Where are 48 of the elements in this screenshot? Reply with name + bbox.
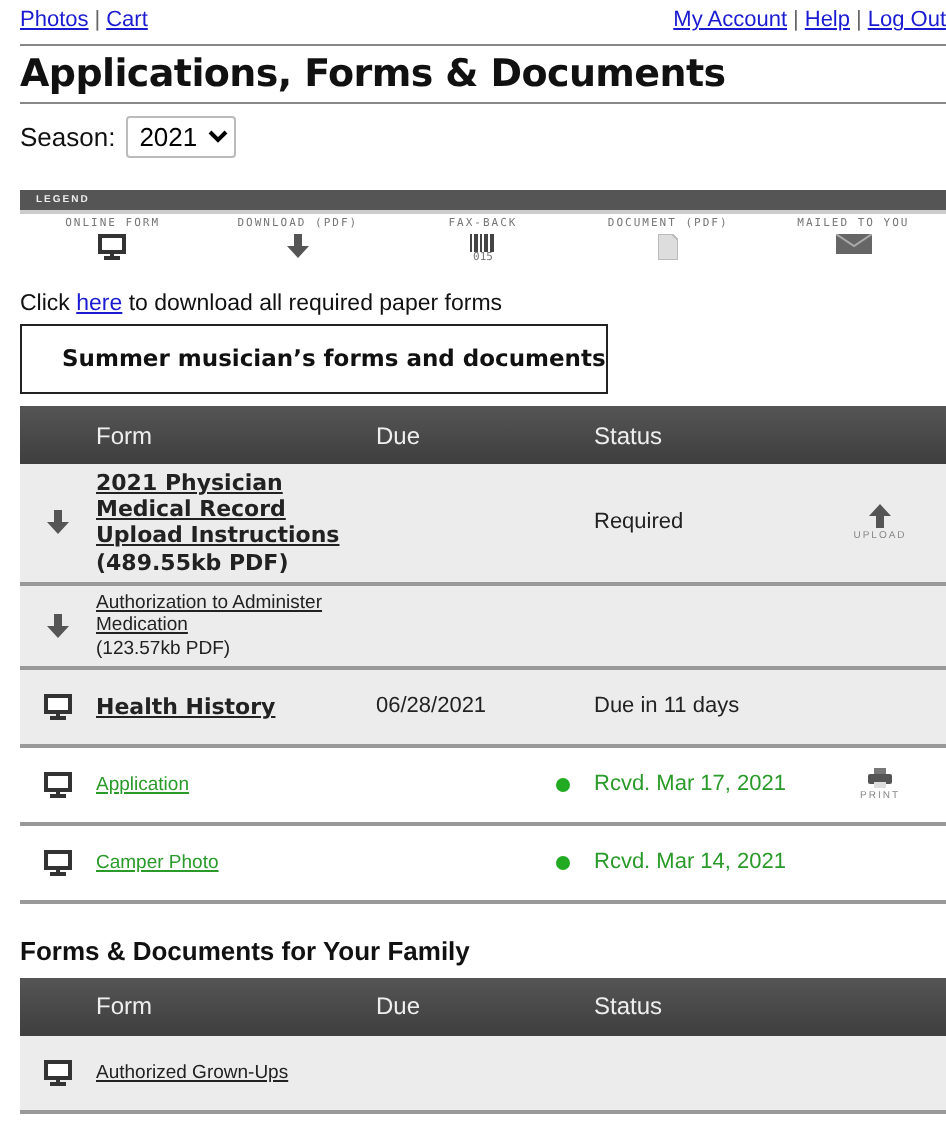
column-header: Form bbox=[96, 421, 154, 449]
status-text: Due in 11 days bbox=[594, 694, 742, 720]
status-dot bbox=[556, 777, 570, 792]
form-link[interactable]: Camper Photo bbox=[96, 851, 219, 875]
section-title: Forms & Documents for Your Family bbox=[20, 935, 472, 966]
down-arrow-icon bbox=[46, 510, 70, 535]
status-text: Required bbox=[594, 510, 686, 536]
nav-link[interactable]: Photos bbox=[20, 8, 89, 32]
form-link[interactable]: Authorized Grown-Ups bbox=[96, 1061, 289, 1085]
column-header: Status bbox=[594, 992, 665, 1021]
section-title: Summer musician’s forms and documents bbox=[20, 324, 608, 394]
down-arrow-icon bbox=[46, 613, 70, 638]
nav-link[interactable]: Help bbox=[804, 8, 850, 32]
computer-icon bbox=[44, 693, 72, 720]
column-header: Due bbox=[376, 421, 423, 449]
page-title: Applications, Forms & Documents bbox=[20, 46, 946, 104]
computer-icon bbox=[98, 234, 127, 260]
status-text: Rcvd. Mar 14, 2021 bbox=[594, 850, 788, 876]
up-arrow-icon bbox=[868, 503, 892, 528]
file-size: (489.55kb PDF) bbox=[96, 549, 289, 576]
column-header: Due bbox=[376, 992, 423, 1021]
document-icon bbox=[658, 234, 679, 260]
file-size: (123.57kb PDF) bbox=[96, 637, 231, 660]
down-arrow-icon bbox=[285, 234, 310, 258]
column-header: Status bbox=[594, 421, 665, 449]
nav-link[interactable]: Log Out bbox=[867, 8, 946, 32]
nav-link[interactable]: Cart bbox=[106, 8, 148, 32]
computer-icon bbox=[44, 849, 72, 876]
form-link[interactable]: 2021 Physician Medical Record Upload Instructions bbox=[96, 470, 376, 550]
envelope-icon bbox=[835, 234, 872, 254]
status-text: Rcvd. Mar 17, 2021 bbox=[594, 772, 788, 798]
form-link[interactable]: Application bbox=[96, 773, 189, 797]
separator: | bbox=[793, 8, 799, 32]
due-date: 06/28/2021 bbox=[376, 694, 489, 720]
printer-icon bbox=[868, 767, 892, 788]
form-link[interactable]: Health History bbox=[96, 693, 276, 721]
form-link[interactable]: Authorization to Administer Medication bbox=[96, 591, 376, 638]
download-note: Click here to download all required paper forms bbox=[20, 292, 505, 316]
here-link[interactable]: here bbox=[76, 292, 123, 316]
season-label: Season: bbox=[20, 122, 116, 152]
separator: | bbox=[94, 8, 101, 32]
separator: | bbox=[856, 8, 862, 32]
computer-icon bbox=[44, 771, 72, 798]
status-dot bbox=[556, 855, 570, 870]
computer-icon bbox=[44, 1059, 72, 1086]
column-header: Form bbox=[96, 992, 154, 1021]
season-select[interactable]: 2021 bbox=[125, 116, 236, 158]
nav-link[interactable]: My Account bbox=[673, 8, 788, 32]
